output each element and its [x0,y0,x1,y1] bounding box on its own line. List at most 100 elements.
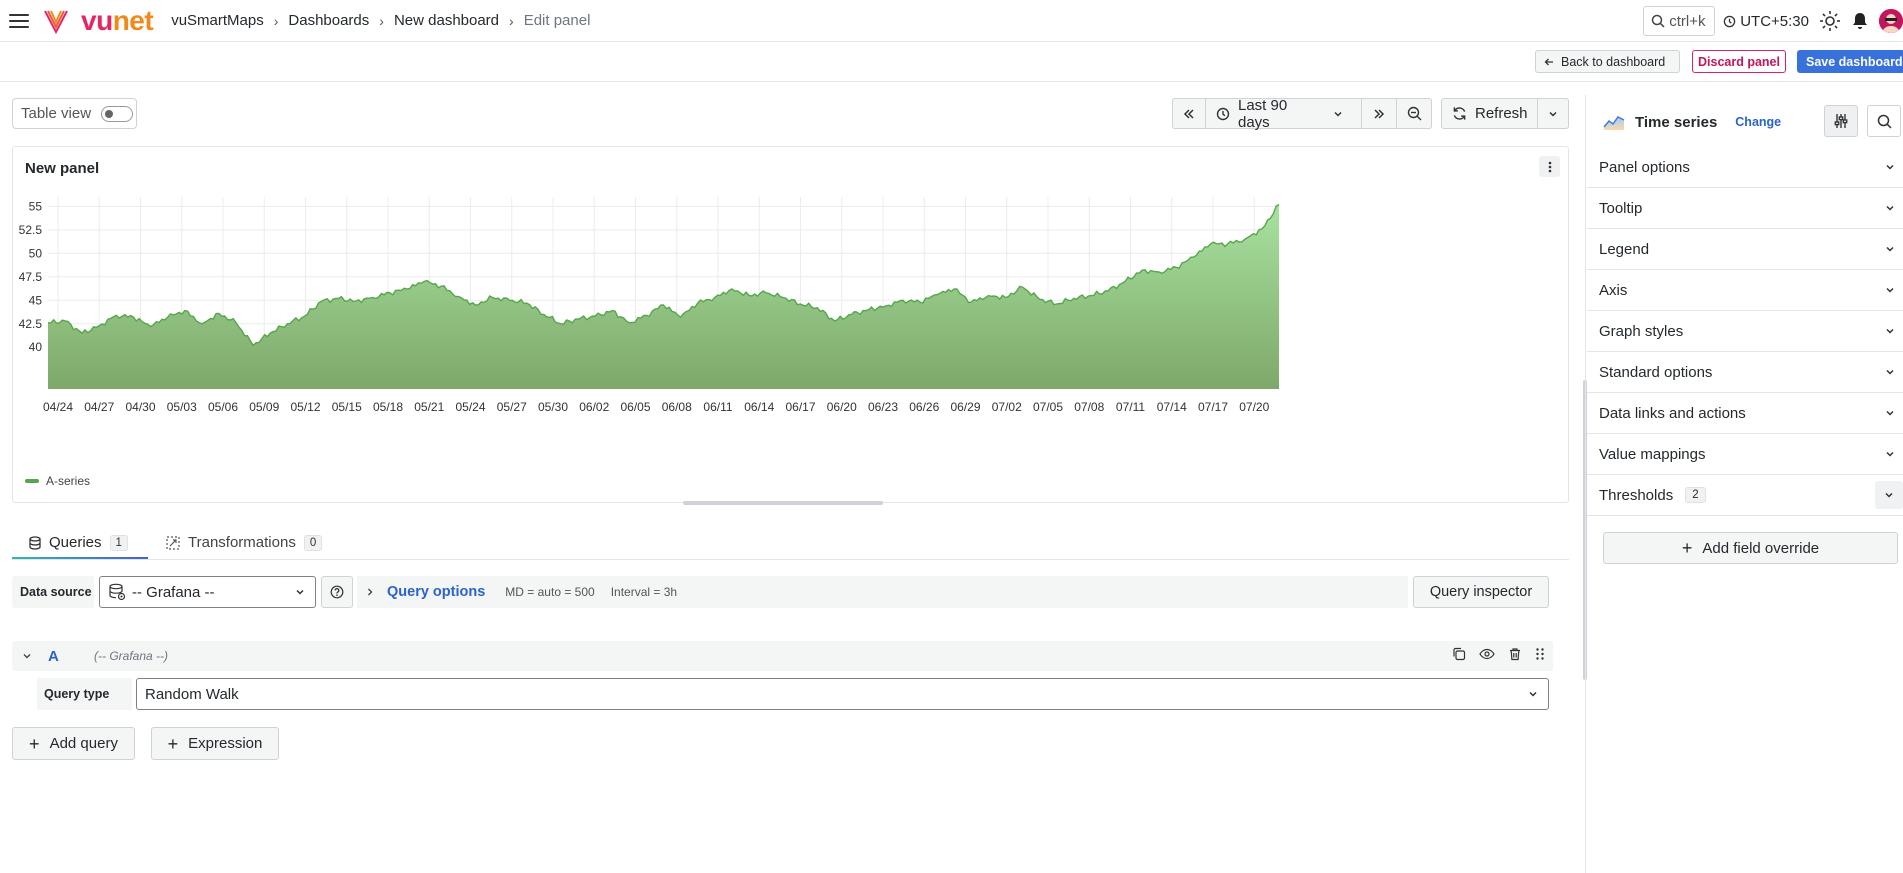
grafana-datasource-icon [109,583,126,601]
back-to-dashboard-label: Back to dashboard [1561,54,1666,69]
chevron-down-icon[interactable] [22,651,32,661]
query-ref-id[interactable]: A [48,648,94,665]
query-type-label: Query type [37,678,132,710]
panel-menu-button[interactable] [1539,156,1560,177]
hide-query-button[interactable] [1479,647,1495,661]
section-label: Graph styles [1599,322,1684,340]
chevron-down-icon [1886,287,1894,293]
x-tick-label: 06/20 [827,400,857,414]
section-label: Axis [1599,281,1628,299]
refresh-label: Refresh [1475,105,1528,122]
section-panel-options[interactable]: Panel options [1587,147,1903,188]
notifications-button[interactable] [1851,11,1869,31]
section-legend[interactable]: Legend [1587,229,1903,270]
section-standard-options[interactable]: Standard options [1587,352,1903,393]
query-options-max-data-points: MD = auto = 500 [505,585,595,599]
x-tick-label: 05/03 [167,400,197,414]
chart-legend[interactable]: A-series [25,474,90,488]
options-pane-divider[interactable] [1585,95,1586,873]
search-icon [1877,114,1892,129]
chevrons-right-icon [1374,108,1385,119]
breadcrumb-dashboards[interactable]: Dashboards [288,12,369,29]
section-tooltip[interactable]: Tooltip [1587,188,1903,229]
time-range-label: Last 90 days [1237,96,1288,131]
save-dashboard-button[interactable]: Save dashboard [1797,50,1903,73]
section-data-links[interactable]: Data links and actions [1587,393,1903,434]
clock-icon [1216,107,1230,120]
x-tick-label: 07/17 [1198,400,1228,414]
brand-logo[interactable]: vunet [81,6,154,35]
add-query-label: Add query [49,735,118,752]
query-inspector-button[interactable]: Query inspector [1413,576,1549,608]
trash-icon [1510,648,1520,661]
time-series-icon [1603,116,1625,130]
x-tick-label: 05/24 [455,400,485,414]
section-value-mappings[interactable]: Value mappings [1587,434,1903,475]
chevron-down-icon [1886,246,1894,252]
panel-resize-handle[interactable] [683,501,883,505]
y-tick-label: 40 [29,340,43,354]
time-range-button[interactable]: Last 90 days [1206,96,1362,131]
eye-icon [1479,648,1495,660]
tab-queries[interactable]: Queries 1 [29,526,128,559]
sync-icon [1453,107,1466,120]
refresh-button[interactable]: Refresh [1442,99,1538,128]
add-field-override-label: Add field override [1702,539,1820,557]
sliders-icon [1834,114,1848,128]
search-options-button[interactable] [1867,105,1901,137]
time-forward-button[interactable] [1362,99,1397,128]
x-tick-label: 06/08 [662,400,692,414]
menu-icon[interactable] [9,10,29,32]
table-view-switch[interactable]: Table view [12,98,137,129]
add-query-button[interactable]: + Add query [12,727,135,760]
x-tick-label: 07/14 [1157,400,1187,414]
time-series-chart[interactable]: 40 42.5 45 47.5 50 52.5 55 04/24 04/27 04/30 05/03… [13,147,1570,504]
chevron-down-icon [1886,328,1894,334]
query-row-actions [1439,647,1545,661]
tabs-divider [12,559,1569,560]
add-expression-button[interactable]: + Expression [151,727,279,760]
x-tick-label: 06/11 [703,400,732,414]
x-tick-label: 06/14 [744,400,774,414]
remove-query-button[interactable] [1508,647,1522,661]
section-axis[interactable]: Axis [1587,270,1903,311]
chevron-right-icon [368,588,373,596]
all-options-button[interactable] [1824,105,1858,137]
query-options-interval: Interval = 3h [610,585,678,599]
query-type-select[interactable]: Random Walk [136,678,1549,710]
x-tick-label: 05/30 [538,400,568,414]
search-button[interactable]: ctrl+k [1643,6,1716,36]
avatar[interactable] [1879,9,1903,33]
tab-transformations[interactable]: Transformations 0 [166,526,323,559]
section-thresholds[interactable]: Thresholds 2 [1587,475,1903,516]
query-row-header[interactable]: A (-- Grafana --) [12,641,1553,671]
time-back-button[interactable] [1173,99,1206,128]
thresholds-expand-button[interactable] [1875,481,1903,509]
drag-handle[interactable] [1535,647,1545,661]
add-field-override-button[interactable]: + Add field override [1603,532,1898,564]
y-tick-label: 42.5 [19,317,43,331]
y-tick-label: 45 [29,293,43,307]
y-tick-label: 50 [29,246,43,260]
back-to-dashboard-button[interactable]: Back to dashboard [1535,50,1680,73]
query-options-bar[interactable]: Query options MD = auto = 500 Interval =… [357,576,1408,608]
chevron-down-icon [1886,369,1894,375]
timezone-button[interactable]: UTC+5:30 [1723,13,1809,30]
section-graph-styles[interactable]: Graph styles [1587,311,1903,352]
breadcrumb-new-dashboard[interactable]: New dashboard [394,12,499,29]
query-options-label[interactable]: Query options [387,584,485,600]
refresh-interval-dropdown[interactable] [1538,99,1568,128]
breadcrumb-vusmartmaps[interactable]: vuSmartMaps [171,12,264,29]
data-source-help-button[interactable] [321,576,353,608]
x-tick-label: 04/24 [43,400,73,414]
chevron-down-icon [1886,410,1894,416]
theme-toggle[interactable] [1819,10,1841,32]
table-view-toggle[interactable] [101,105,134,122]
zoom-out-button[interactable] [1397,99,1431,128]
x-tick-label: 05/06 [208,400,238,414]
x-tick-label: 06/05 [620,400,650,414]
data-source-select[interactable]: -- Grafana -- [99,576,316,608]
discard-panel-button[interactable]: Discard panel [1692,50,1786,73]
duplicate-query-button[interactable] [1452,647,1466,661]
change-visualization-link[interactable]: Change [1735,115,1781,129]
